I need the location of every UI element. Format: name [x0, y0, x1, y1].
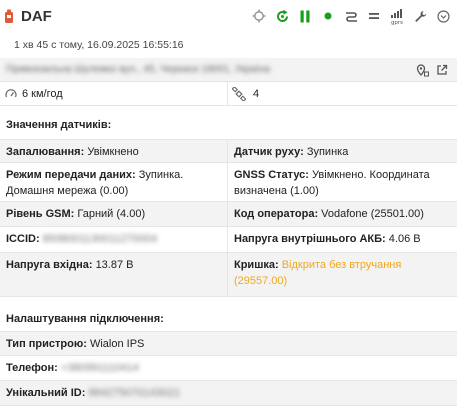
last-message-time: 1 хв 45 с тому, 16.09.2025 16:55:16	[14, 39, 184, 51]
sensor-gsm-level: Рівень GSM: Гарний (4.00)	[0, 202, 227, 226]
divider	[227, 82, 228, 106]
connection-value: 864275070143021	[88, 387, 181, 399]
sensor-value: 13.87 В	[95, 259, 134, 271]
sensor-value: Увімкнено	[87, 146, 139, 158]
sensor-battery-voltage: Напруга внутрішнього АКБ: 4.06 В	[228, 227, 457, 252]
satellite-icon	[232, 87, 246, 101]
connection-value: +380991110414	[60, 362, 140, 374]
connection-label: Телефон:	[6, 362, 58, 374]
wrench-icon[interactable]	[412, 8, 428, 24]
address-text: Привокзальна Шулежко вул., 45, Черкаси 1…	[6, 64, 271, 75]
unit-toolbar: gprs	[244, 7, 451, 25]
connection-value: Wialon IPS	[89, 338, 145, 350]
gprs-label: gprs	[391, 20, 403, 25]
sensor-label: Режим передачи даних:	[6, 169, 136, 181]
route-icon[interactable]	[343, 8, 359, 24]
sensor-label: Кришка:	[234, 259, 279, 271]
unique-id-row: Унікальний ID: 864275070143021	[0, 381, 457, 405]
pause-icon[interactable]	[297, 8, 313, 24]
sensor-cover: Кришка: Відкрита без втручання (29557.00…	[228, 253, 457, 296]
sensor-ignition: Запалювання: Увімкнено	[0, 140, 227, 162]
sensor-label: GNSS Статус:	[234, 169, 309, 181]
equals-icon[interactable]	[366, 8, 382, 24]
unit-title: DAF	[21, 8, 52, 25]
target-icon[interactable]	[251, 8, 267, 24]
device-type-row: Тип пристрою: Wialon IPS	[0, 332, 457, 355]
sensor-label: Рівень GSM:	[6, 208, 75, 220]
refresh-icon[interactable]	[274, 8, 290, 24]
address-actions	[409, 63, 449, 77]
sensor-value: Гарний (4.00)	[77, 208, 146, 220]
unit-icon	[5, 9, 13, 23]
sensor-transfer-mode: Режим передачи даних: Зупинка. Домашня м…	[0, 163, 227, 201]
connection-label: Тип пристрою:	[6, 338, 87, 350]
sensors-grid: Запалювання: Увімкнено Датчик руху: Зупи…	[0, 139, 457, 297]
external-link-icon[interactable]	[435, 63, 449, 77]
connection-title: Налаштування підключення:	[6, 313, 164, 325]
sensor-label: Запалювання:	[6, 146, 85, 158]
sensor-label: Напруга внутрішнього АКБ:	[234, 233, 386, 245]
sensors-title: Значення датчиків:	[6, 119, 112, 131]
sensor-value: Vodafone (25501.00)	[321, 208, 424, 220]
sensor-motion: Датчик руху: Зупинка	[228, 140, 457, 162]
connection-list: Тип пристрою: Wialon IPS Телефон: +38099…	[0, 331, 457, 407]
sensor-label: ICCID:	[6, 233, 40, 245]
sensor-input-voltage: Напруга вхідна: 13.87 В	[0, 253, 227, 296]
sensor-label: Код оператора:	[234, 208, 319, 220]
speedometer-icon	[5, 89, 17, 98]
status-dot-icon	[320, 8, 336, 24]
satellites-count: 4	[253, 88, 260, 100]
gprs-icon[interactable]: gprs	[389, 8, 405, 25]
phone-row: Телефон: +380991110414	[0, 356, 457, 380]
sensor-gnss-status: GNSS Статус: Увімкнено. Координата визна…	[228, 163, 457, 201]
sensor-value: 8938001130011270004	[42, 233, 158, 245]
sensor-value: 4.06 В	[388, 233, 421, 245]
motion-row: 6 км/год 4	[0, 82, 457, 106]
address-row: Привокзальна Шулежко вул., 45, Черкаси 1…	[0, 58, 457, 82]
unit-header: DAF gprs	[0, 0, 457, 34]
sensor-iccid: ICCID: 8938001130011270004	[0, 227, 227, 252]
sensor-label: Напруга вхідна:	[6, 259, 93, 271]
sensor-value: Зупинка	[306, 146, 349, 158]
chevron-down-icon[interactable]	[435, 8, 451, 24]
speed-value: 6 км/год	[22, 88, 63, 100]
map-pin-icon[interactable]	[415, 63, 429, 77]
sensor-operator-code: Код оператора: Vodafone (25501.00)	[228, 202, 457, 226]
connection-label: Унікальний ID:	[6, 387, 86, 399]
sensor-label: Датчик руху:	[234, 146, 304, 158]
